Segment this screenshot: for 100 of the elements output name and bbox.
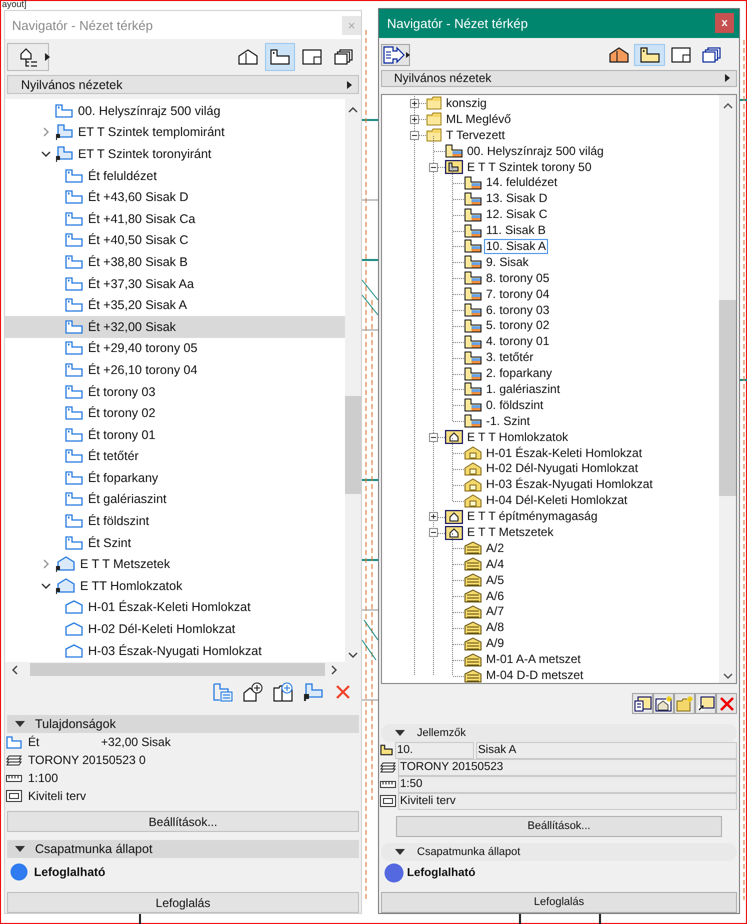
tree-item[interactable]: A/9 bbox=[484, 636, 506, 652]
view-set-dropdown[interactable]: Nyilvános nézetek bbox=[7, 75, 359, 94]
chevron-right-icon[interactable] bbox=[41, 127, 51, 138]
toolbar-button[interactable] bbox=[271, 680, 295, 704]
tree-item[interactable]: 0. földszint bbox=[484, 398, 546, 413]
section-header[interactable]: Csapatmunka állapot bbox=[7, 840, 359, 858]
tree-item[interactable]: H-01 Észak-Keleti Homlokzat bbox=[5, 596, 345, 618]
tree-item[interactable]: Ét galériaszint bbox=[5, 488, 345, 510]
tree-item[interactable]: E T T építménymagaság bbox=[465, 509, 600, 524]
chevron-down-icon[interactable] bbox=[41, 580, 51, 591]
tree-item[interactable]: Ét torony 01 bbox=[5, 424, 345, 446]
tree-item[interactable]: 1. galériaszint bbox=[484, 382, 562, 397]
tree-item[interactable]: E T T Metszetek bbox=[465, 525, 556, 540]
tree-item[interactable]: 10. Sisak A bbox=[484, 238, 548, 254]
tree-item[interactable]: 7. torony 04 bbox=[484, 286, 552, 302]
tree-item[interactable]: Ét tetőtér bbox=[5, 446, 345, 468]
tree-item[interactable]: -1. Szint bbox=[484, 414, 532, 429]
plus-box-icon[interactable] bbox=[410, 114, 419, 124]
view-set-dropdown[interactable]: Nyilvános nézetek bbox=[381, 70, 737, 87]
tree-item[interactable]: H-02 Dél-Nyugati Homlokzat bbox=[484, 461, 640, 476]
settings-button[interactable]: Beállítások... bbox=[396, 816, 722, 838]
settings-button[interactable]: Beállítások... bbox=[7, 811, 359, 832]
scroll-down-icon[interactable] bbox=[722, 673, 732, 680]
tree-item[interactable]: Ét +35,20 Sisak A bbox=[5, 294, 345, 316]
view-button[interactable] bbox=[634, 44, 665, 66]
tree-item[interactable]: 14. feluldézet bbox=[484, 175, 560, 190]
close-button[interactable]: x bbox=[715, 13, 734, 34]
tree-item[interactable]: H-02 Dél-Keleti Homlokzat bbox=[5, 618, 345, 640]
tree-item[interactable]: H-04 Dél-Keleti Homlokzat bbox=[484, 493, 630, 508]
triangle-down-icon[interactable] bbox=[395, 730, 405, 736]
tree-item[interactable]: E T T Homlokzatok bbox=[465, 430, 570, 445]
toolbar-button[interactable] bbox=[695, 693, 716, 714]
scrollbar-thumb[interactable] bbox=[719, 300, 736, 496]
plus-box-icon[interactable] bbox=[410, 98, 419, 108]
triangle-down-icon[interactable] bbox=[15, 721, 25, 727]
tree-item[interactable]: ET T Szintek toronyiránt bbox=[5, 143, 345, 165]
tree-item[interactable]: Ét torony 02 bbox=[5, 402, 345, 424]
tree-item[interactable]: M-04 D-D metszet bbox=[484, 668, 586, 684]
scroll-right-icon[interactable] bbox=[331, 664, 337, 674]
tree-item[interactable]: A/8 bbox=[484, 620, 506, 636]
tree-item[interactable]: Ét +38,80 Sisak B bbox=[5, 251, 345, 273]
toolbar-button[interactable] bbox=[632, 693, 653, 714]
tree-item[interactable]: 8. torony 05 bbox=[484, 270, 552, 286]
tree-item[interactable]: A/4 bbox=[484, 556, 506, 572]
tree-item[interactable]: A/6 bbox=[484, 588, 506, 604]
tree-item[interactable]: Ét foparkany bbox=[5, 467, 345, 489]
reserve-button[interactable]: Lefoglalás bbox=[7, 892, 359, 913]
chevron-right-icon[interactable] bbox=[41, 559, 51, 570]
tree-item[interactable]: Ét +41,80 Sisak Ca bbox=[5, 208, 345, 230]
tree-item[interactable]: A/2 bbox=[484, 540, 506, 556]
map-menu-button[interactable] bbox=[381, 44, 410, 66]
tree-item[interactable]: H-03 Észak-Nyugati Homlokzat bbox=[484, 477, 655, 492]
minus-box-icon[interactable] bbox=[410, 130, 419, 140]
scrollbar-thumb[interactable] bbox=[30, 663, 325, 676]
tree-item[interactable]: 13. Sisak D bbox=[484, 191, 550, 206]
tree-item[interactable]: 5. torony 02 bbox=[484, 318, 552, 334]
minus-box-icon[interactable] bbox=[429, 528, 438, 537]
tree-item[interactable]: 4. torony 01 bbox=[484, 334, 552, 350]
tree-item[interactable]: 12. Sisak C bbox=[484, 207, 550, 222]
tree-item[interactable]: Ét Szint bbox=[5, 532, 345, 554]
tree-item[interactable]: 3. tetőtér bbox=[484, 350, 536, 366]
tree-item[interactable]: Ét földszint bbox=[5, 510, 345, 532]
tree-item[interactable]: Ét +37,30 Sisak Aa bbox=[5, 272, 345, 294]
delete-button[interactable] bbox=[716, 693, 737, 714]
section-header[interactable]: Jellemzők bbox=[381, 724, 737, 742]
tree-item[interactable]: Ét torony 03 bbox=[5, 380, 345, 402]
section-header[interactable]: Tulajdonságok bbox=[7, 715, 359, 733]
tree-item[interactable]: E TT Homlokzatok bbox=[5, 575, 345, 597]
tree-item[interactable]: ET T Szintek templomiránt bbox=[5, 122, 345, 144]
tree-item[interactable]: H-01 Észak-Keleti Homlokzat bbox=[484, 446, 644, 461]
tree-item[interactable]: 9. Sisak bbox=[484, 254, 531, 270]
minus-box-icon[interactable] bbox=[429, 162, 438, 172]
chevron-down-icon[interactable] bbox=[41, 148, 51, 159]
tree-item[interactable]: Ét +29,40 torony 05 bbox=[5, 338, 345, 360]
tree-item[interactable]: H-03 Észak-Nyugati Homlokzat bbox=[5, 640, 345, 662]
tree-item[interactable]: Ét +26,10 torony 04 bbox=[5, 359, 345, 381]
triangle-down-icon[interactable] bbox=[15, 846, 25, 852]
toolbar-button[interactable] bbox=[653, 693, 674, 714]
tree-item[interactable]: Ét +43,60 Sisak D bbox=[5, 186, 345, 208]
scrollbar-thumb[interactable] bbox=[345, 396, 361, 494]
tree-item[interactable]: T Tervezett bbox=[444, 128, 507, 143]
minus-box-icon[interactable] bbox=[429, 432, 438, 442]
map-menu-button[interactable] bbox=[7, 43, 49, 71]
tree-item[interactable]: A/7 bbox=[484, 604, 506, 620]
reserve-button[interactable]: Lefoglalás bbox=[381, 892, 737, 914]
tree-item[interactable]: E T T Metszetek bbox=[5, 553, 345, 576]
tree-item[interactable]: 2. foparkany bbox=[484, 366, 554, 382]
scroll-up-icon[interactable] bbox=[348, 107, 358, 113]
toolbar-button[interactable] bbox=[241, 680, 265, 704]
view-button[interactable] bbox=[265, 43, 295, 71]
tree-item[interactable]: ML Meglévő bbox=[444, 112, 513, 127]
tree-item[interactable]: Ét feluldézet bbox=[5, 164, 345, 186]
tree-item[interactable]: Ét +40,50 Sisak C bbox=[5, 230, 345, 252]
tree-item[interactable]: Ét +32,00 Sisak bbox=[5, 316, 345, 338]
scroll-down-icon[interactable] bbox=[348, 652, 358, 658]
tree-item[interactable]: konszig bbox=[444, 96, 489, 111]
tree-item[interactable]: E T T Szintek torony 50 bbox=[465, 160, 594, 175]
scroll-up-icon[interactable] bbox=[722, 102, 732, 109]
tree-item[interactable]: A/5 bbox=[484, 572, 506, 588]
plus-box-icon[interactable] bbox=[429, 512, 438, 522]
